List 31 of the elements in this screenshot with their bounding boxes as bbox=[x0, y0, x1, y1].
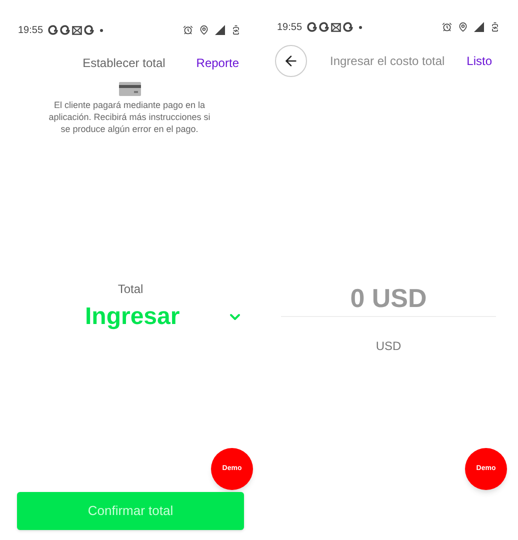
notification-icon bbox=[84, 25, 94, 35]
notification-icon bbox=[343, 22, 354, 32]
alarm-icon bbox=[183, 25, 193, 35]
currency-label: USD bbox=[376, 338, 402, 355]
back-arrow-icon bbox=[283, 53, 299, 69]
dot-icon bbox=[359, 26, 362, 28]
credit-card-icon bbox=[118, 82, 140, 96]
amount-field[interactable]: 0 USD bbox=[281, 281, 496, 317]
notification-icon bbox=[307, 22, 318, 32]
screen-title: Establecer total bbox=[82, 55, 166, 72]
battery-icon bbox=[490, 22, 500, 32]
payment-info-text: El cliente pagará mediante pago en la aplicación. Recibirá más instrucciones si se produce algún error en el pago. bbox=[48, 99, 212, 135]
mail-icon bbox=[72, 26, 82, 34]
mail-icon bbox=[331, 22, 342, 32]
signal-icon bbox=[215, 25, 225, 35]
status-time: 19:55 bbox=[277, 20, 302, 34]
alarm-icon bbox=[442, 22, 452, 32]
status-time: 19:55 bbox=[18, 24, 44, 38]
report-link[interactable]: Reporte bbox=[196, 54, 239, 72]
back-button[interactable] bbox=[275, 45, 307, 77]
done-link[interactable]: Listo bbox=[466, 52, 492, 70]
location-icon bbox=[199, 25, 209, 35]
location-icon bbox=[458, 22, 468, 32]
signal-icon bbox=[474, 22, 484, 32]
battery-icon bbox=[231, 25, 241, 35]
dot-icon bbox=[100, 28, 104, 32]
notification-icon bbox=[60, 25, 70, 35]
screen-title: Ingresar el costo total bbox=[330, 53, 445, 70]
total-label: Total bbox=[118, 281, 144, 298]
notification-icon bbox=[319, 22, 330, 32]
notification-icon bbox=[48, 25, 58, 35]
